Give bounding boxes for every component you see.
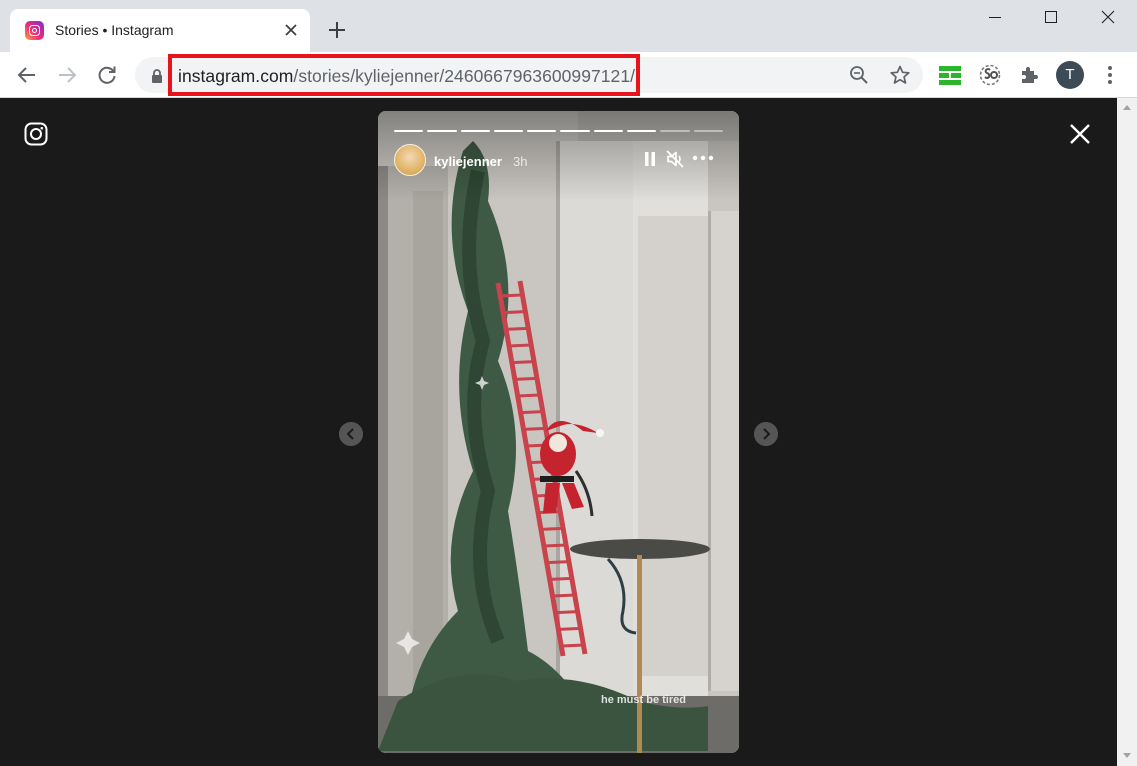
story-progress-segment xyxy=(593,130,624,132)
more-horizontal-icon[interactable] xyxy=(691,154,715,162)
profile-avatar[interactable]: T xyxy=(1056,61,1084,89)
story-progress-segment xyxy=(460,130,490,132)
instagram-favicon-icon xyxy=(25,21,44,40)
story-progress-segment xyxy=(560,130,590,132)
story-caption: he must be tired xyxy=(601,694,686,706)
seo-extension-icon[interactable] xyxy=(978,63,1002,87)
tab-title: Stories • Instagram xyxy=(55,22,174,38)
story-username[interactable]: kyliejenner xyxy=(434,154,502,169)
scroll-down-arrow-icon[interactable] xyxy=(1122,752,1132,760)
address-bar[interactable]: instagram.com/stories/kyliejenner/246066… xyxy=(135,54,923,96)
reload-icon[interactable] xyxy=(93,61,121,89)
url-host: instagram.com xyxy=(178,66,294,86)
tab-strip: Stories • Instagram xyxy=(0,0,1137,52)
lock-icon[interactable] xyxy=(150,68,164,84)
story-progress-segment xyxy=(693,130,723,132)
scroll-up-arrow-icon[interactable] xyxy=(1122,103,1132,111)
browser-toolbar: instagram.com/stories/kyliejenner/246066… xyxy=(0,52,1137,98)
url-text[interactable]: instagram.com/stories/kyliejenner/246066… xyxy=(178,66,635,87)
instagram-logo-icon[interactable] xyxy=(24,122,48,146)
story-progress-segment xyxy=(427,130,457,132)
zoom-out-icon[interactable] xyxy=(849,65,869,85)
story-progress-segment xyxy=(627,130,657,132)
next-story-chevron-right-icon[interactable] xyxy=(754,422,778,446)
story-viewer[interactable]: kyliejenner 3h he must be tired xyxy=(378,111,739,753)
story-progress-bar xyxy=(394,130,723,132)
page-scrollbar[interactable] xyxy=(1117,98,1137,766)
story-user-avatar[interactable] xyxy=(394,144,426,176)
minimize-window-icon[interactable] xyxy=(967,0,1023,34)
story-progress-segment xyxy=(394,130,424,132)
story-progress-segment xyxy=(493,130,524,132)
story-progress-segment xyxy=(527,130,557,132)
tab-close-icon[interactable] xyxy=(280,19,302,41)
stories-page: kyliejenner 3h he must be tired xyxy=(0,98,1117,766)
forward-arrow-icon[interactable] xyxy=(53,61,81,89)
muted-speaker-icon[interactable] xyxy=(665,149,685,169)
url-path: /stories/kyliejenner/2460667963600997121… xyxy=(293,66,636,86)
browser-tab[interactable]: Stories • Instagram xyxy=(10,9,310,52)
pause-icon[interactable] xyxy=(642,150,658,168)
previous-story-chevron-left-icon[interactable] xyxy=(339,422,363,446)
kebab-menu-icon[interactable] xyxy=(1100,63,1120,87)
story-timestamp: 3h xyxy=(513,154,528,169)
story-progress-segment xyxy=(660,130,690,132)
maximize-window-icon[interactable] xyxy=(1023,0,1079,34)
close-icon[interactable] xyxy=(1068,122,1092,146)
story-photo-santa-on-ladder xyxy=(378,111,739,753)
puzzle-extensions-icon[interactable] xyxy=(1018,63,1042,87)
grid-extension-icon[interactable] xyxy=(938,63,962,87)
close-window-icon[interactable] xyxy=(1080,0,1136,34)
bookmark-star-icon[interactable] xyxy=(889,64,911,86)
back-arrow-icon[interactable] xyxy=(13,61,41,89)
new-tab-plus-icon[interactable] xyxy=(323,16,351,44)
